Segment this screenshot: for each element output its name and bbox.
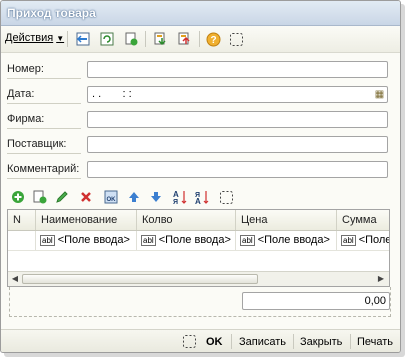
scroll-left-icon[interactable]: ◀ [9,273,21,285]
cell-sum[interactable]: abl<Поле ввода> [337,231,390,250]
total-sum-field: 0,00 [242,292,390,310]
sort-ascending-icon[interactable]: AЯ [171,188,189,206]
column-header-qty[interactable]: Колво [137,210,236,230]
save-button[interactable]: Записать [239,334,286,350]
add-row-icon[interactable] [9,188,27,206]
comment-field[interactable] [87,161,388,178]
title-bar[interactable]: Приход товара [1,1,400,26]
cell-sum-value: <Поле ввода> [358,234,390,246]
text-field-icon: abl [40,234,55,246]
toolbar-separator [67,31,68,47]
dotted-frame-icon[interactable] [227,30,245,48]
firm-field[interactable] [87,111,388,128]
print-button[interactable]: Печать [357,334,393,350]
cell-price-value: <Поле ввода> [257,234,330,246]
table-toolbar: OK AЯ ЯA [7,187,307,207]
actions-menu[interactable]: Действия ▼ [5,32,64,44]
cell-name-value: <Поле ввода> [57,234,130,246]
cell-name[interactable]: abl <Поле ввода> [36,231,137,250]
toolbar-separator [199,31,200,47]
post-up-icon[interactable] [175,30,193,48]
goods-table[interactable]: N Наименование Колво Цена Сумма abl <Поле… [7,209,390,287]
delete-icon[interactable] [77,188,95,206]
firm-label: Фирма: [7,111,81,129]
table-header: N Наименование Колво Цена Сумма [8,210,389,231]
form-toolbar: Действия ▼ ? [1,26,400,53]
text-field-icon: abl [141,234,156,246]
text-field-icon: abl [341,234,356,246]
cell-qty[interactable]: abl <Поле ввода> [137,231,236,250]
supplier-field[interactable] [87,136,388,153]
button-separator [293,334,294,349]
scrollbar-thumb[interactable] [22,274,258,284]
move-down-icon[interactable] [147,188,165,206]
supplier-label: Поставщик: [7,136,81,154]
table-row[interactable]: abl <Поле ввода> abl <Поле ввода> abl <Поле… [8,231,390,251]
cell-price[interactable]: abl <Поле ввода> [236,231,337,250]
calendar-icon[interactable]: ▦ [373,88,386,101]
svg-text:A: A [173,190,179,199]
column-header-name[interactable]: Наименование [36,210,137,230]
save-icon[interactable] [74,30,92,48]
cell-n[interactable] [8,231,36,250]
column-header-sum[interactable]: Сумма [337,210,389,230]
close-button[interactable]: Закрыть [300,334,342,350]
comment-label: Комментарий: [7,161,81,179]
command-bar: OK Записать Закрыть Печать [1,329,400,352]
edit-pencil-icon[interactable] [53,188,71,206]
toolbar-separator [145,31,146,47]
svg-text:A: A [195,197,201,205]
button-separator [231,334,232,349]
window-title: Приход товара [7,6,96,20]
post-down-icon[interactable] [151,30,169,48]
sort-descending-icon[interactable]: ЯA [193,188,211,206]
svg-text:?: ? [210,35,216,46]
text-field-icon: abl [240,234,255,246]
refresh-icon[interactable] [98,30,116,48]
svg-text:OK: OK [106,197,116,203]
end-edit-icon[interactable]: OK [102,188,120,206]
scroll-right-icon[interactable]: ▶ [375,273,387,285]
date-value: . . : : [92,88,132,100]
cell-qty-value: <Поле ввода> [158,234,231,246]
help-icon[interactable]: ? [204,30,222,48]
actions-label: Действия [5,32,54,44]
document-window: Приход товара Действия▼ ? Номер: Дата: [0,0,401,353]
button-separator [350,334,351,349]
copy-icon[interactable] [122,30,140,48]
number-field[interactable] [87,61,388,78]
column-header-price[interactable]: Цена [236,210,337,230]
date-label: Дата: [7,86,81,104]
copy-row-icon[interactable] [31,188,49,206]
number-label: Номер: [7,61,81,79]
svg-text:Я: Я [173,199,178,205]
date-field[interactable]: . . : : ▦ [87,86,388,103]
move-up-icon[interactable] [125,188,143,206]
column-header-n[interactable]: N [8,210,36,230]
dotted-frame-icon[interactable] [217,188,235,206]
ok-button[interactable]: OK [206,334,223,350]
chevron-down-icon: ▼ [56,34,65,43]
horizontal-scrollbar[interactable]: ◀ ▶ [8,271,389,286]
dotted-frame-icon[interactable] [182,334,197,350]
